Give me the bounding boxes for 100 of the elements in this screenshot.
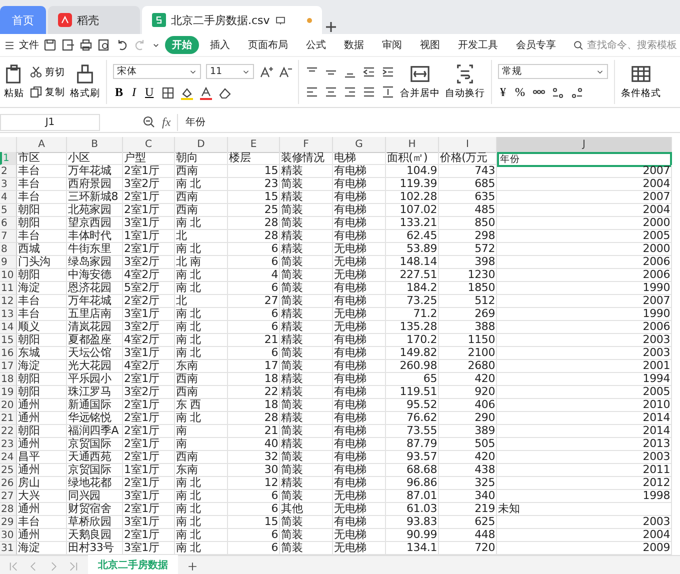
- format-painter-button[interactable]: 格式刷: [70, 64, 100, 100]
- function-label[interactable]: fx: [162, 114, 171, 130]
- row-header[interactable]: 29: [0, 516, 17, 529]
- number-format-dropdown[interactable]: 常规: [498, 64, 608, 79]
- ribbon-tab[interactable]: 会员专享: [509, 36, 563, 54]
- row-header[interactable]: 3: [0, 178, 17, 191]
- ribbon-tab[interactable]: 开发工具: [451, 36, 505, 54]
- wrap-text-button[interactable]: 自动换行: [445, 64, 485, 100]
- row-header[interactable]: 10: [0, 269, 17, 282]
- align-center-icon[interactable]: [324, 85, 338, 99]
- row-header[interactable]: 30: [0, 529, 17, 542]
- search-icon[interactable]: [573, 40, 584, 50]
- column-header[interactable]: G: [333, 137, 386, 153]
- row-header[interactable]: 13: [0, 308, 17, 321]
- row-header[interactable]: 21: [0, 412, 17, 425]
- cut-button[interactable]: 剪切: [29, 65, 65, 79]
- new-tab-icon[interactable]: [324, 20, 338, 34]
- row-header[interactable]: 12: [0, 295, 17, 308]
- ribbon-tab[interactable]: 数据: [337, 36, 371, 54]
- indent-icon[interactable]: [381, 65, 395, 79]
- row-header[interactable]: 8: [0, 243, 17, 256]
- ribbon-tab[interactable]: 视图: [413, 36, 447, 54]
- ribbon-tab[interactable]: 插入: [203, 36, 237, 54]
- column-header[interactable]: I: [439, 137, 497, 153]
- fill-color-icon[interactable]: [180, 86, 194, 100]
- row-header[interactable]: 5: [0, 204, 17, 217]
- row-header[interactable]: 31: [0, 542, 17, 555]
- copy-icon[interactable]: [29, 85, 43, 99]
- export-icon[interactable]: [61, 38, 75, 52]
- paste-button[interactable]: 粘贴: [4, 64, 24, 100]
- grow-font-icon[interactable]: [259, 64, 273, 78]
- ribbon-tab[interactable]: 公式: [299, 36, 333, 54]
- align-left-icon[interactable]: [305, 85, 319, 99]
- zoom-icon[interactable]: [142, 115, 156, 129]
- row-header[interactable]: 15: [0, 334, 17, 347]
- preview-icon[interactable]: [97, 38, 111, 52]
- decrease-decimal-icon[interactable]: [570, 86, 584, 100]
- font-color-icon[interactable]: [198, 86, 213, 100]
- borders-icon[interactable]: [160, 86, 175, 100]
- row-header[interactable]: 23: [0, 438, 17, 451]
- align-right-icon[interactable]: [343, 85, 357, 99]
- row-header[interactable]: 16: [0, 347, 17, 360]
- eraser-icon[interactable]: [218, 86, 232, 100]
- percent-button[interactable]: %: [513, 85, 527, 100]
- spreadsheet-icon[interactable]: [152, 13, 166, 27]
- table-grid-icon[interactable]: [631, 64, 651, 84]
- merge-center-button[interactable]: 合并居中: [400, 64, 440, 100]
- column-header[interactable]: B: [67, 137, 123, 153]
- row-header[interactable]: 18: [0, 373, 17, 386]
- print-icon[interactable]: [79, 38, 93, 52]
- app-tab[interactable]: 稻壳: [48, 6, 140, 34]
- column-header[interactable]: D: [175, 137, 228, 153]
- row-header[interactable]: 24: [0, 451, 17, 464]
- ribbon-tab[interactable]: 审阅: [375, 36, 409, 54]
- row-header[interactable]: 2: [0, 165, 17, 178]
- name-box[interactable]: J1: [0, 114, 100, 130]
- column-header[interactable]: C: [123, 137, 175, 153]
- font-dropdown[interactable]: 宋体: [113, 64, 201, 79]
- formula-field[interactable]: 年份: [176, 114, 680, 130]
- bold-button[interactable]: B: [113, 85, 126, 100]
- row-header[interactable]: 17: [0, 360, 17, 373]
- ribbon-tab[interactable]: 页面布局: [241, 36, 295, 54]
- row-header[interactable]: 26: [0, 477, 17, 490]
- row-header[interactable]: 19: [0, 386, 17, 399]
- file-menu[interactable]: 文件: [19, 38, 39, 52]
- column-header[interactable]: F: [280, 137, 333, 153]
- row-header[interactable]: 28: [0, 503, 17, 516]
- increase-decimal-icon[interactable]: [551, 86, 565, 100]
- wrap-text-icon[interactable]: [455, 64, 475, 84]
- command-search-field[interactable]: 查找命令、搜索模板: [573, 40, 677, 50]
- row-header[interactable]: 9: [0, 256, 17, 269]
- row-header[interactable]: 7: [0, 230, 17, 243]
- currency-button[interactable]: ¥: [498, 85, 508, 100]
- monitor-icon[interactable]: [274, 14, 286, 26]
- row-header[interactable]: 4: [0, 191, 17, 204]
- conditional-format-button[interactable]: 条件格式: [621, 64, 661, 100]
- row-header[interactable]: 27: [0, 490, 17, 503]
- row-header[interactable]: 22: [0, 425, 17, 438]
- save-icon[interactable]: [43, 38, 57, 52]
- add-sheet-icon[interactable]: [187, 560, 198, 572]
- scissors-icon[interactable]: [29, 65, 43, 79]
- row-header[interactable]: 20: [0, 399, 17, 412]
- merge-cells-icon[interactable]: [410, 64, 430, 84]
- justify-icon[interactable]: [362, 85, 376, 99]
- column-header[interactable]: E: [228, 137, 280, 153]
- row-header[interactable]: 14: [0, 321, 17, 334]
- italic-button[interactable]: I: [130, 85, 138, 100]
- distribute-icon[interactable]: [381, 85, 395, 99]
- column-header[interactable]: H: [386, 137, 439, 153]
- column-header[interactable]: A: [17, 137, 67, 153]
- app-tab[interactable]: 北京二手房数据.csv: [142, 6, 322, 34]
- row-header[interactable]: 25: [0, 464, 17, 477]
- menu-icon[interactable]: [4, 40, 15, 50]
- font-size-dropdown[interactable]: 11: [206, 64, 254, 79]
- outdent-icon[interactable]: [362, 65, 376, 79]
- row-header[interactable]: 6: [0, 217, 17, 230]
- row-header[interactable]: 11: [0, 282, 17, 295]
- shrink-font-icon[interactable]: [278, 64, 292, 78]
- underline-button[interactable]: U: [143, 85, 156, 100]
- copy-button[interactable]: 复制: [29, 85, 65, 99]
